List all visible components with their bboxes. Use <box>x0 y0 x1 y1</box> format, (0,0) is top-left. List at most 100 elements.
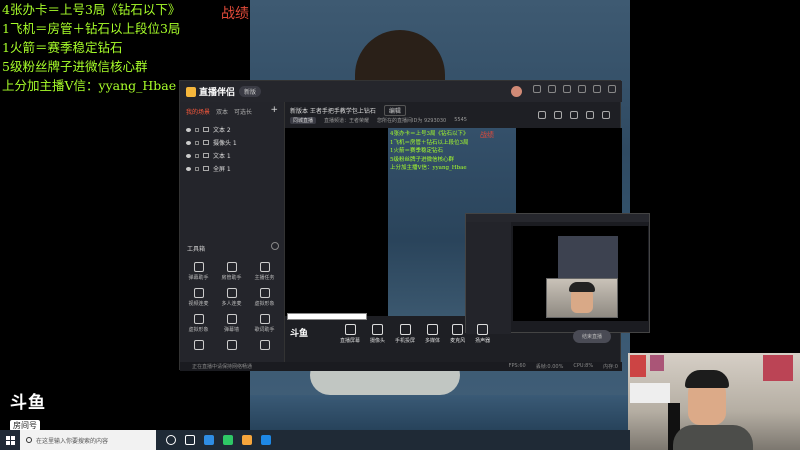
eye-icon[interactable] <box>186 127 191 132</box>
multi-link-icon <box>226 288 237 298</box>
url-bar <box>287 313 367 320</box>
tool-danmaku[interactable]: 弹幕助手 <box>182 262 215 281</box>
ie-icon[interactable] <box>261 435 271 445</box>
media-icon <box>427 324 439 335</box>
task-icon <box>259 262 270 272</box>
tool-lyrics[interactable]: 歌词助手 <box>248 314 281 333</box>
live-companion-window: 直播伴侣 新版 我的场景 双本 可选长 + 文本 2 摄像头 1 文本 1 全屏… <box>179 80 650 371</box>
camera-button[interactable]: 摄像头 <box>370 324 385 344</box>
preview-line: 上分加主播V信：yyang_Hbae <box>390 165 467 171</box>
eye-icon[interactable] <box>186 166 191 171</box>
wall-poster <box>650 355 664 371</box>
media-button[interactable]: 多媒体 <box>425 324 440 344</box>
download-icon <box>226 340 237 350</box>
tool-extra-2[interactable] <box>215 340 248 350</box>
tab-scene-2[interactable]: 双本 <box>216 107 228 116</box>
lock-icon[interactable] <box>195 153 199 158</box>
window-controls <box>533 85 616 93</box>
gift-icon[interactable] <box>538 111 546 119</box>
avatar-icon <box>193 314 204 324</box>
tool-tasks[interactable]: 主播任务 <box>248 262 281 281</box>
fans-icon[interactable] <box>570 111 578 119</box>
camera-source-icon <box>203 140 209 145</box>
microphone-button[interactable]: 麦克风 <box>450 324 465 344</box>
user-avatar[interactable] <box>511 86 522 97</box>
tool-video-link[interactable]: 视频连麦 <box>182 288 215 307</box>
source-list: 文本 2 摄像头 1 文本 1 全屏 1 <box>180 123 284 175</box>
fps-stat: FPS:60 <box>508 363 526 369</box>
settings-icon[interactable] <box>548 85 556 93</box>
preview-line: 5级粉丝牌子进微信核心群 <box>390 156 455 163</box>
share-icon[interactable] <box>602 111 610 119</box>
phone-cast-button[interactable]: 手机投屏 <box>395 324 415 344</box>
app-titlebar: 直播伴侣 新版 <box>180 81 622 102</box>
tab-my-scene[interactable]: 我的场景 <box>186 107 210 116</box>
tab-scene-3[interactable]: 可选长 <box>234 107 252 116</box>
room-tag[interactable]: 同城直播 <box>290 117 317 124</box>
source-item[interactable]: 文本 1 <box>180 149 284 162</box>
online-count: 5545 <box>454 117 467 123</box>
task-view-icon[interactable] <box>185 435 195 445</box>
screen-source-icon <box>203 166 209 171</box>
app-name: 直播伴侣 <box>199 88 236 98</box>
tool-extra-3[interactable] <box>248 340 281 350</box>
cpu-stat: CPU:8% <box>573 363 594 369</box>
windows-taskbar: 在这里输入你要搜索的内容 <box>0 430 630 450</box>
zhanji-label: 战绩 <box>221 6 249 22</box>
maximize-icon[interactable] <box>593 85 601 93</box>
tool-avatar-2[interactable]: 虚拟形象 <box>182 314 215 333</box>
speaker-button[interactable]: 扬声器 <box>475 324 490 344</box>
tool-extra-1[interactable] <box>182 340 215 350</box>
tool-avatar[interactable]: 虚拟形象 <box>248 288 281 307</box>
source-item[interactable]: 文本 2 <box>180 123 284 136</box>
source-item[interactable]: 摄像头 1 <box>180 136 284 149</box>
start-button[interactable] <box>0 430 20 450</box>
eye-icon[interactable] <box>186 140 191 145</box>
search-icon <box>26 437 32 443</box>
phone-icon <box>399 324 411 335</box>
live-companion-icon[interactable] <box>242 435 252 445</box>
drop-stat: 丢帧:0.00% <box>535 364 564 370</box>
streamer-hair <box>685 370 729 388</box>
lock-icon[interactable] <box>195 140 199 145</box>
preview-line: 1飞机＝房管＋钻石以上段位3局 <box>390 139 469 146</box>
chat-icon[interactable] <box>554 111 562 119</box>
end-live-button[interactable]: 结束直播 <box>573 330 611 343</box>
more-tools-icon[interactable] <box>271 242 279 250</box>
windows-icon <box>5 435 15 445</box>
memory-stat: 内存:0 <box>603 364 618 370</box>
category-label[interactable]: 直播频道：王者荣耀 <box>324 117 369 124</box>
menu-icon[interactable] <box>563 85 571 93</box>
edit-title-button[interactable]: 编辑 <box>383 105 406 116</box>
taskbar-search[interactable]: 在这里输入你要搜索的内容 <box>20 430 156 450</box>
lock-icon[interactable] <box>195 127 199 132</box>
tool-room-admin[interactable]: 房管助手 <box>215 262 248 281</box>
tool-multi-link[interactable]: 多人连麦 <box>215 288 248 307</box>
nested-titlebar <box>466 214 649 222</box>
search-placeholder: 在这里输入你要搜索的内容 <box>36 437 109 445</box>
message-icon[interactable] <box>533 85 541 93</box>
shelf <box>630 383 670 403</box>
minimize-icon[interactable] <box>578 85 586 93</box>
tool-danmaku-wall[interactable]: 弹幕墙 <box>215 314 248 333</box>
add-scene-button[interactable]: + <box>270 106 278 116</box>
stream-stats: FPS:60 丢帧:0.00% CPU:8% 内存:0 <box>509 363 618 370</box>
wall-poster <box>763 355 793 381</box>
car-icon <box>259 340 270 350</box>
camera-icon <box>372 324 384 335</box>
wechat-icon[interactable] <box>223 435 233 445</box>
cortana-icon[interactable] <box>166 435 176 445</box>
edge-icon[interactable] <box>204 435 214 445</box>
close-icon[interactable] <box>608 85 616 93</box>
source-item[interactable]: 全屏 1 <box>180 162 284 175</box>
screen-capture-button[interactable]: 直播屏幕 <box>340 324 360 344</box>
streamer-shirt <box>673 425 753 450</box>
bell-icon[interactable] <box>586 111 594 119</box>
lock-icon[interactable] <box>195 166 199 171</box>
room-action-icons <box>538 111 610 119</box>
version-pill[interactable]: 新版 <box>239 86 262 97</box>
taskbar-apps <box>166 435 271 445</box>
room-title: 新版本 王者手把手教学包上钻石 <box>290 108 376 115</box>
danmaku-icon <box>193 262 204 272</box>
eye-icon[interactable] <box>186 153 191 158</box>
